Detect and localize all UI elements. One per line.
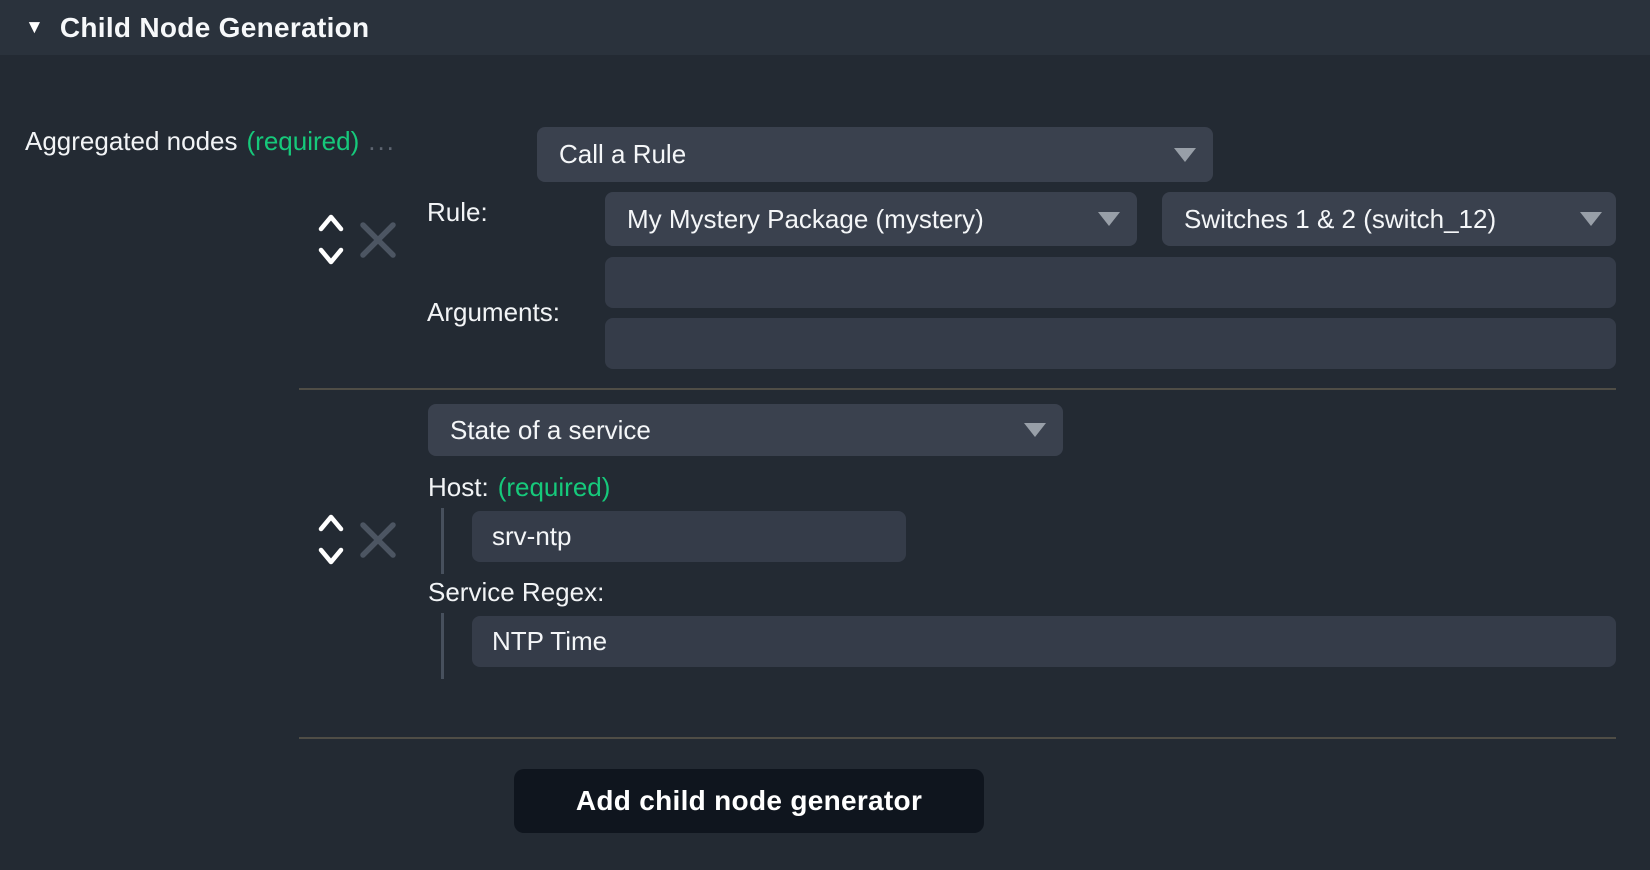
- arguments-label: Arguments:: [427, 297, 560, 328]
- node2-type-value: State of a service: [450, 415, 651, 446]
- service-regex-input[interactable]: [472, 616, 1616, 667]
- move-up-button[interactable]: [318, 512, 344, 537]
- node2-type-select[interactable]: State of a service: [428, 404, 1063, 456]
- page-title: Child Node Generation: [60, 12, 370, 44]
- collapse-triangle-icon[interactable]: ▼: [25, 18, 44, 37]
- move-down-button[interactable]: [318, 245, 344, 270]
- add-child-node-generator-button[interactable]: Add child node generator: [514, 769, 984, 833]
- rule-label: Rule:: [427, 197, 488, 228]
- aggregated-nodes-label: Aggregated nodes: [25, 126, 238, 157]
- aggregated-nodes-label-row: Aggregated nodes (required) ...: [25, 126, 396, 157]
- host-label: Host:: [428, 472, 489, 503]
- node2-reorder-controls: [318, 512, 344, 570]
- close-icon: [357, 519, 399, 561]
- chevron-down-icon: [321, 550, 341, 562]
- close-icon: [357, 219, 399, 261]
- required-hint: (required): [247, 126, 360, 157]
- indent-line: [441, 508, 444, 574]
- more-indicator: ...: [368, 126, 396, 157]
- service-regex-label: Service Regex:: [428, 577, 604, 608]
- indent-line: [441, 613, 444, 679]
- chevron-up-icon: [321, 217, 341, 229]
- chevron-down-icon: [1174, 148, 1196, 162]
- rule-select[interactable]: Switches 1 & 2 (switch_12): [1162, 192, 1616, 246]
- chevron-down-icon: [1098, 212, 1120, 226]
- chevron-up-icon: [321, 517, 341, 529]
- chevron-down-icon: [1580, 212, 1602, 226]
- chevron-down-icon: [321, 250, 341, 262]
- node-generator-type-select[interactable]: Call a Rule: [537, 127, 1213, 182]
- divider: [299, 737, 1616, 739]
- rule-package-value: My Mystery Package (mystery): [627, 204, 984, 235]
- argument-input-1[interactable]: [605, 257, 1616, 308]
- argument-input-2[interactable]: [605, 318, 1616, 369]
- node1-reorder-controls: [318, 212, 344, 270]
- rule-package-select[interactable]: My Mystery Package (mystery): [605, 192, 1137, 246]
- move-down-button[interactable]: [318, 545, 344, 570]
- host-required-hint: (required): [498, 472, 611, 503]
- host-label-row: Host: (required): [428, 472, 610, 503]
- section-header-child-node-generation[interactable]: ▼ Child Node Generation: [0, 0, 1650, 55]
- divider: [299, 388, 1616, 390]
- chevron-down-icon: [1024, 423, 1046, 437]
- move-up-button[interactable]: [318, 212, 344, 237]
- rule-select-value: Switches 1 & 2 (switch_12): [1184, 204, 1496, 235]
- node2-delete-button[interactable]: [357, 519, 399, 564]
- node1-delete-button[interactable]: [357, 219, 399, 264]
- host-input[interactable]: [472, 511, 906, 562]
- node-generator-type-value: Call a Rule: [559, 139, 686, 170]
